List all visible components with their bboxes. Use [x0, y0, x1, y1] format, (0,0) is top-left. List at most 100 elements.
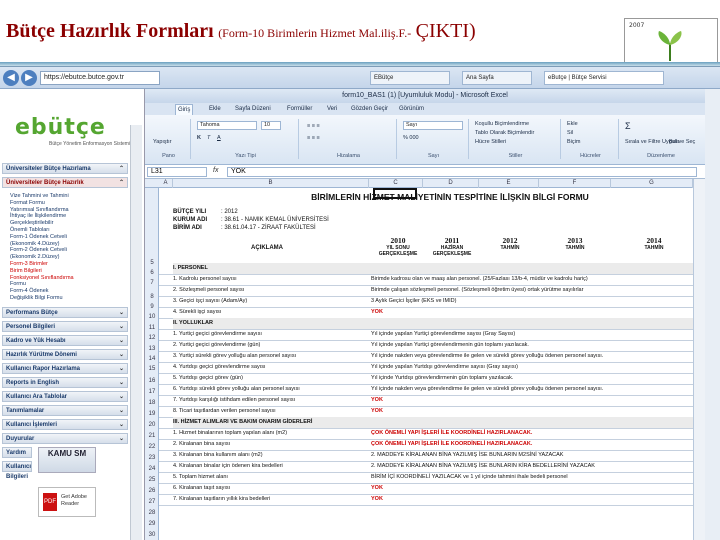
row-number[interactable]: 8	[145, 294, 159, 300]
font-size-field[interactable]: 10	[261, 121, 281, 130]
row-number[interactable]: 17	[145, 389, 159, 395]
find-select-button[interactable]: Bul ve Seç	[669, 139, 695, 145]
row-number[interactable]: 13	[145, 346, 159, 352]
bold-button[interactable]: K	[197, 135, 201, 141]
row-number[interactable]: 14	[145, 356, 159, 362]
column-header-d[interactable]: D	[423, 179, 479, 188]
row-label[interactable]: 2. Sözleşmeli personel sayısı	[173, 285, 367, 296]
row-number[interactable]: 22	[145, 444, 159, 450]
align-icon[interactable]: ≡ ≡ ≡	[307, 135, 320, 141]
row-value[interactable]: YOK	[371, 483, 698, 494]
column-header-g[interactable]: G	[611, 179, 693, 188]
percent-icon[interactable]: % 000	[403, 135, 419, 141]
browser-tab-ebutce[interactable]: EBütçe	[370, 71, 450, 85]
row-label[interactable]: 8. Ticari taşıtlardan verilen personel s…	[173, 406, 367, 417]
submenu-item[interactable]: Form-4 Ödenek	[10, 288, 120, 295]
menu-kullanici-bilgileri[interactable]: Kullanıcı Bilgileri	[2, 461, 32, 480]
row-label[interactable]: 4. Kiralanan binalar için ödenen kira be…	[173, 461, 367, 472]
menu-reports-english[interactable]: Reports in English ⌄	[2, 377, 128, 388]
font-name-field[interactable]: Tahoma	[197, 121, 257, 130]
italic-button[interactable]: T	[207, 135, 210, 141]
tab-ekle[interactable]: Ekle	[207, 104, 223, 114]
browser-tab-service[interactable]: eButçe | Bütçe Servisi	[544, 71, 664, 85]
row-number[interactable]: 28	[145, 510, 159, 516]
row-number[interactable]: 11	[145, 325, 159, 331]
submenu-item-active[interactable]: Birim Bilgileri	[10, 268, 120, 275]
column-header-c[interactable]: C	[369, 179, 423, 188]
row-number[interactable]: 5	[145, 260, 159, 266]
sum-icon[interactable]: Σ	[625, 121, 631, 131]
menu-personel-bilgileri[interactable]: Personel Bilgileri ⌄	[2, 321, 128, 332]
submenu-item[interactable]: Form-1 Ödenek Cetveli	[10, 234, 120, 241]
row-value[interactable]: BİRİM İÇİ KOORDİNELİ YAZILACAK ve 1 yıl …	[371, 472, 698, 483]
row-number[interactable]: 20	[145, 422, 159, 428]
menu-duyurular[interactable]: Duyurular ⌄	[2, 433, 128, 444]
row-value[interactable]: 2. MADDEYE KİRALANAN BİNA YAZILMIŞ İSE B…	[371, 450, 698, 461]
submenu-item-active[interactable]: Form-3 Birimler	[10, 261, 120, 268]
row-number[interactable]: 25	[145, 477, 159, 483]
row-number[interactable]: 26	[145, 488, 159, 494]
tab-giris[interactable]: Giriş	[175, 104, 194, 115]
underline-button[interactable]: A	[217, 135, 221, 141]
menu-performans-butce[interactable]: Performans Bütçe ⌄	[2, 307, 128, 318]
browser-tab-home[interactable]: Ana Sayfa	[462, 71, 532, 85]
sheet-scrollbar[interactable]	[693, 179, 705, 540]
selected-cell[interactable]	[373, 188, 417, 199]
formula-input[interactable]: YOK	[227, 167, 697, 177]
row-label[interactable]: 3. Geçici işçi sayısı (Adam/Ay)	[173, 296, 367, 307]
column-header-b[interactable]: B	[173, 179, 369, 188]
menu-rapor-hazirlama[interactable]: Kullanıcı Rapor Hazırlama ⌄	[2, 363, 128, 374]
row-value[interactable]: YOK	[371, 494, 698, 505]
back-arrow-icon[interactable]: ◀	[3, 70, 19, 86]
row-label[interactable]: 4. Sürekli işçi sayısı	[173, 307, 367, 318]
insert-button[interactable]: Ekle	[567, 121, 578, 127]
menu-yardim[interactable]: Yardım	[2, 447, 32, 458]
row-label[interactable]: II. YOLLUKLAR	[173, 318, 367, 329]
menu-kadro-yuk-hesabi[interactable]: Kadro ve Yük Hesabı ⌄	[2, 335, 128, 346]
row-number[interactable]: 21	[145, 433, 159, 439]
format-button[interactable]: Biçim	[567, 139, 580, 145]
row-label[interactable]: 4. Yurtdışı geçici görevlendirme sayısı	[173, 362, 367, 373]
row-value[interactable]: ÇOK ÖNEMLİ YAPI İŞLERİ İLE KOORDİNELİ HA…	[371, 428, 698, 439]
tab-gozden-gecir[interactable]: Gözden Geçir	[349, 104, 390, 114]
row-value[interactable]: ÇOK ÖNEMLİ YAPI İŞLERİ İLE KOORDİNELİ HA…	[371, 439, 698, 450]
row-number[interactable]: 27	[145, 499, 159, 505]
menu-universite-butce-hazirlama[interactable]: Üniversiteler Bütçe Hazırlama ⌃	[2, 163, 128, 174]
row-value[interactable]: Birimde kadrosu olan ve maaş alan person…	[371, 274, 698, 285]
adobe-reader-badge[interactable]: PDF Get Adobe Reader	[38, 487, 96, 517]
delete-button[interactable]: Sil	[567, 130, 573, 136]
row-value[interactable]: YOK	[371, 395, 698, 406]
row-value[interactable]: Yıl içinde nakden veya görevlendirme ile…	[371, 351, 698, 362]
row-label[interactable]: 3. Kiralanan bina kullanım alanı (m2)	[173, 450, 367, 461]
column-header-f[interactable]: F	[539, 179, 611, 188]
row-value[interactable]: Yıl içinde Yurtdışı görevlendirmenin gün…	[371, 373, 698, 384]
submenu-item[interactable]: (Ekonomik 2.Düzey)	[10, 254, 120, 261]
address-bar[interactable]: https://ebutce.butce.gov.tr	[40, 71, 160, 85]
row-label[interactable]: 1. Yurtiçi geçici görevlendirme sayısı	[173, 329, 367, 340]
menu-universite-butce-hazirlik[interactable]: Üniversiteler Bütçe Hazırlık ⌃	[2, 177, 128, 188]
menu-tanimlamalar[interactable]: Tanımlamalar ⌄	[2, 405, 128, 416]
row-label[interactable]: 2. Kiralanan bina sayısı	[173, 439, 367, 450]
row-value[interactable]: Yıl içinde yapılan Yurtdışı görevlendirm…	[371, 362, 698, 373]
row-label[interactable]: 3. Yurtiçi sürekli görev yolluğu alan pe…	[173, 351, 367, 362]
tab-veri[interactable]: Veri	[325, 104, 339, 114]
submenu-item[interactable]: Gerçekleştirilebilir	[10, 220, 120, 227]
row-label[interactable]: 7. Kiralanan taşıtların yıllık kira bede…	[173, 494, 367, 505]
row-label[interactable]: 1. Kadrolu personel sayısı	[173, 274, 367, 285]
row-number[interactable]: 10	[145, 314, 159, 320]
row-value[interactable]: YOK	[371, 307, 698, 318]
row-number[interactable]: 12	[145, 335, 159, 341]
tab-sayfa-duzeni[interactable]: Sayfa Düzeni	[233, 104, 273, 114]
row-label[interactable]: I. PERSONEL	[173, 263, 367, 274]
row-value[interactable]: 2. MADDEYE KİRALANAN BİNA YAZILMIŞ İSE B…	[371, 461, 698, 472]
row-label[interactable]: 2. Yurtiçi geçici görevlendirme (gün)	[173, 340, 367, 351]
submenu-item[interactable]: Değişiklik Bilgi Formu	[10, 295, 120, 302]
tab-gorunum[interactable]: Görünüm	[397, 104, 426, 114]
row-label[interactable]: 5. Toplam hizmet alanı	[173, 472, 367, 483]
menu-kullanici-islemleri[interactable]: Kullanıcı İşlemleri ⌄	[2, 419, 128, 430]
row-value[interactable]: 3 Aylık Geçici İşçiler (EKS ve IMID)	[371, 296, 698, 307]
row-value[interactable]: Yıl içinde yapılan Yurtiçi görevlendirme…	[371, 329, 698, 340]
format-as-table-button[interactable]: Tablo Olarak Biçimlendir	[475, 130, 534, 136]
row-label[interactable]: 6. Yurtdışı sürekli görev yolluğu alan p…	[173, 384, 367, 395]
row-label[interactable]: 1. Hizmet binalarının toplam yapılan ala…	[173, 428, 367, 439]
